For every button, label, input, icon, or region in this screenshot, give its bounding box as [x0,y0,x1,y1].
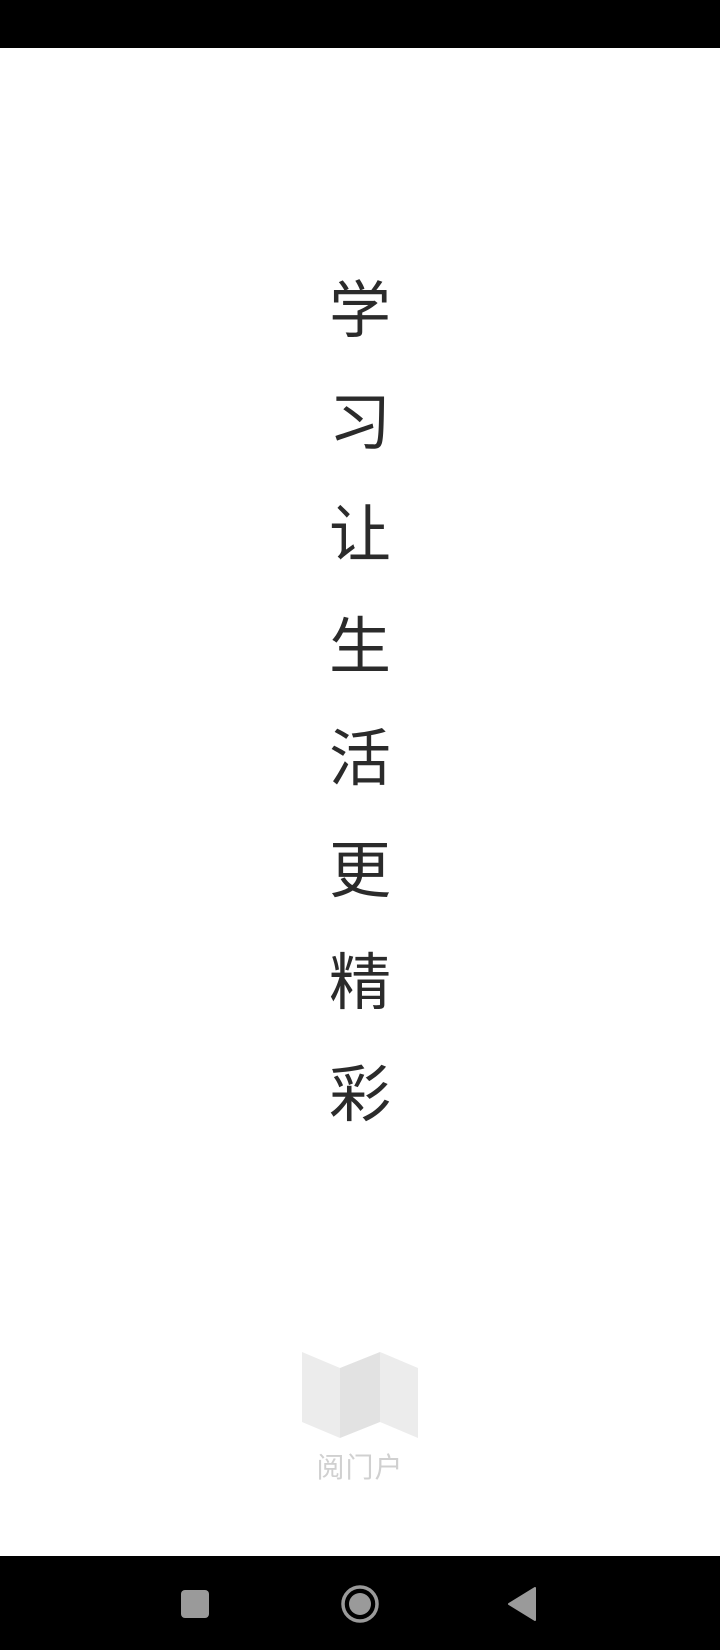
brand-name: 阅门户 [316,1451,404,1484]
slogan-char: 更 [328,834,391,907]
open-map-book-icon [302,1352,418,1438]
brand-block: 阅门户 [0,1350,720,1486]
slogan-char: 生 [328,610,391,683]
slogan-char: 精 [328,946,391,1019]
slogan-char: 活 [328,722,391,795]
slogan-char: 彩 [328,1058,391,1131]
triangle-back-icon[interactable] [491,1572,555,1636]
slogan-char: 习 [328,386,391,459]
slogan-vertical-text: 学 习 让 生 活 更 精 彩 [0,270,720,1166]
square-recents-icon[interactable] [163,1572,227,1636]
slogan-char: 让 [328,498,391,571]
slogan-char: 学 [328,274,391,347]
status-bar [0,0,720,48]
circle-home-icon[interactable] [328,1572,392,1636]
splash-screen: 学 习 让 生 活 更 精 彩 阅门户 [0,0,720,1650]
navigation-bar [0,1556,720,1650]
